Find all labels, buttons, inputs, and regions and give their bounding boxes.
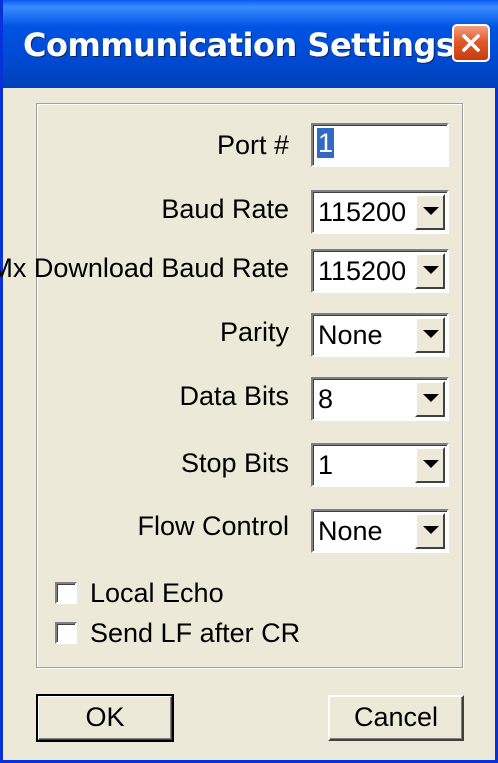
mx-download-baud-rate-select[interactable]: 115200 <box>311 249 449 293</box>
chevron-down-icon[interactable] <box>415 513 445 549</box>
stop-bits-select[interactable]: 1 <box>311 443 449 487</box>
local-echo-checkbox[interactable] <box>55 582 77 604</box>
close-icon <box>462 34 480 52</box>
port-value: 1 <box>317 128 335 158</box>
stop-bits-label: Stop Bits <box>180 448 289 478</box>
title-bar[interactable]: Communication Settings <box>3 0 498 88</box>
flow-control-label: Flow Control <box>137 511 289 541</box>
window-title: Communication Settings <box>23 26 455 64</box>
chevron-down-icon[interactable] <box>415 253 445 289</box>
cancel-button[interactable]: Cancel <box>328 695 464 741</box>
port-label: Port # <box>216 130 289 160</box>
baud-rate-value: 115200 <box>318 197 407 227</box>
mx-download-baud-rate-value: 115200 <box>318 256 407 286</box>
flow-control-select[interactable]: None <box>311 509 449 553</box>
data-bits-select[interactable]: 8 <box>311 377 449 421</box>
baud-rate-label: Baud Rate <box>161 194 289 224</box>
flow-control-value: None <box>318 516 383 546</box>
parity-value: None <box>318 320 383 350</box>
close-button[interactable] <box>452 24 490 62</box>
data-bits-value: 8 <box>318 384 334 414</box>
parity-label: Parity <box>219 317 289 347</box>
chevron-down-icon[interactable] <box>415 447 445 483</box>
baud-rate-select[interactable]: 115200 <box>311 190 449 234</box>
ok-button[interactable]: OK <box>36 694 174 742</box>
send-lf-after-cr-label[interactable]: Send LF after CR <box>90 618 300 649</box>
stop-bits-value: 1 <box>318 450 334 480</box>
chevron-down-icon[interactable] <box>415 194 445 230</box>
mx-download-baud-rate-label: Mx Download Baud Rate <box>0 253 289 283</box>
parity-select[interactable]: None <box>311 313 449 357</box>
local-echo-label[interactable]: Local Echo <box>90 578 224 609</box>
send-lf-after-cr-checkbox[interactable] <box>55 622 77 644</box>
chevron-down-icon[interactable] <box>415 317 445 353</box>
data-bits-label: Data Bits <box>179 381 289 411</box>
port-input[interactable]: 1 <box>311 123 449 167</box>
chevron-down-icon[interactable] <box>415 381 445 417</box>
